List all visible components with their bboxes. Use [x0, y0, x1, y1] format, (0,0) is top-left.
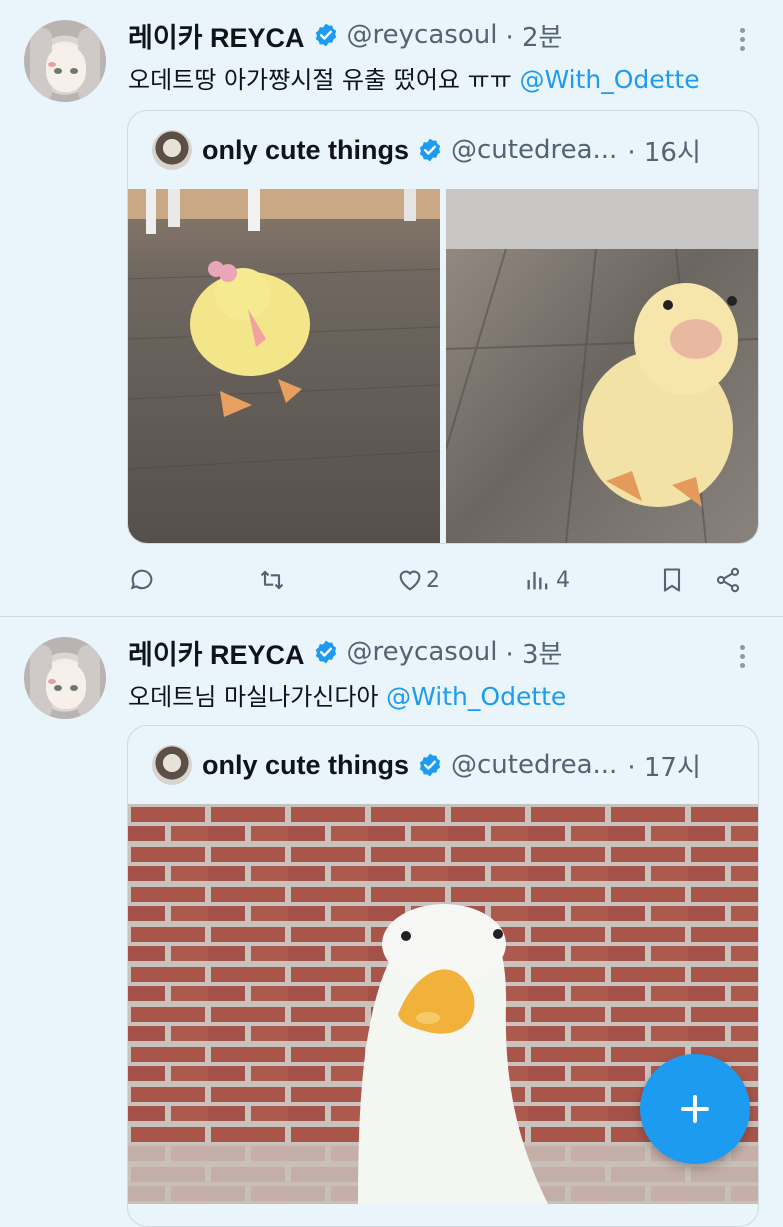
views-button[interactable]: 4	[524, 560, 570, 600]
tweet-text: 오데트땅 아가쨩시절 유출 떴어요 ㅠㅠ @With_Odette	[128, 60, 700, 95]
plus-icon	[681, 1095, 709, 1123]
display-name[interactable]: 레이카 REYCA	[128, 633, 305, 672]
quoted-handle: @cutedrea...	[451, 750, 618, 780]
handle[interactable]: @reycasoul	[347, 20, 498, 50]
timestamp[interactable]: · 2분	[505, 17, 562, 54]
like-count: 2	[426, 567, 440, 593]
avatar[interactable]	[24, 637, 106, 719]
timestamp[interactable]: · 3분	[505, 634, 562, 671]
quoted-display-name: only cute things	[202, 134, 410, 165]
verified-badge-icon	[315, 640, 336, 664]
duckling-with-pink-bow-image[interactable]	[128, 189, 440, 543]
display-name[interactable]: 레이카 REYCA	[128, 16, 305, 55]
reply-button[interactable]	[128, 560, 156, 600]
tweet[interactable]: 레이카 REYCA @reycasoul · 2분 오데트땅 아가쨩시절 유출 …	[0, 0, 783, 616]
verified-badge-icon	[419, 753, 441, 777]
tweet-body: 오데트땅 아가쨩시절 유출 떴어요 ㅠㅠ	[128, 66, 520, 94]
reply-icon	[130, 569, 153, 590]
handle[interactable]: @reycasoul	[347, 637, 498, 667]
quoted-display-name: only cute things	[202, 749, 410, 780]
views-count: 4	[556, 567, 570, 593]
more-options-icon[interactable]	[732, 24, 752, 54]
retweet-button[interactable]	[258, 560, 286, 600]
verified-badge-icon	[315, 23, 336, 47]
like-icon	[399, 570, 421, 591]
more-options-icon[interactable]	[732, 641, 752, 671]
share-icon	[716, 567, 740, 593]
avatar[interactable]	[24, 20, 106, 102]
duckling-closeup-image[interactable]	[446, 189, 758, 543]
quoted-timestamp: · 17시	[627, 752, 701, 783]
retweet-icon	[260, 570, 284, 590]
action-bar: 2 4	[128, 560, 758, 600]
bookmark-icon	[663, 568, 681, 592]
views-icon	[527, 571, 548, 590]
verified-badge-icon	[419, 138, 441, 162]
like-button[interactable]: 2	[396, 560, 440, 600]
tweet-body: 오데트님 마실나가신다아	[128, 683, 387, 711]
mention-link[interactable]: @With_Odette	[519, 65, 699, 94]
bookmark-button[interactable]	[658, 560, 686, 600]
quoted-tweet[interactable]: only cute things @cutedrea... · 16시	[127, 110, 759, 544]
share-button[interactable]	[714, 560, 742, 600]
quoted-handle: @cutedrea...	[451, 135, 618, 165]
mention-link[interactable]: @With_Odette	[386, 682, 566, 711]
compose-button[interactable]	[640, 1054, 750, 1164]
quoted-avatar[interactable]	[152, 745, 192, 785]
tweet-text: 오데트님 마실나가신다아 @With_Odette	[128, 677, 566, 712]
quoted-timestamp: · 16시	[627, 137, 701, 168]
quoted-avatar[interactable]	[152, 130, 192, 170]
